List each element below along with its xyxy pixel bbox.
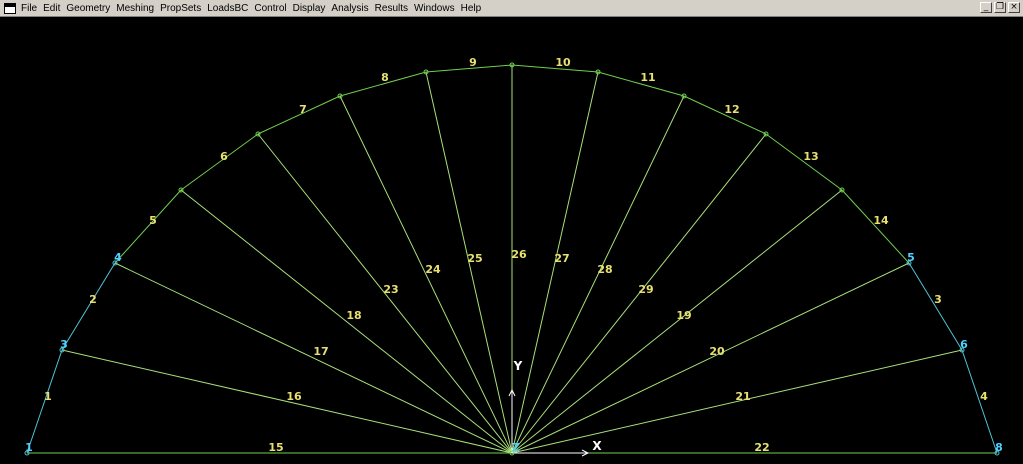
geometry-canvas[interactable]: YX 134 568Z12 3456789 101112131415161718 192… bbox=[0, 17, 1023, 464]
menu-propsets[interactable]: PropSets bbox=[157, 1, 204, 16]
menu-bar: File Edit Geometry Meshing PropSets Load… bbox=[0, 0, 1023, 17]
line-label-19: 19 bbox=[676, 309, 691, 322]
line-label-9: 9 bbox=[469, 56, 477, 69]
radial-line-2[interactable] bbox=[114, 262, 513, 454]
menu-meshing[interactable]: Meshing bbox=[113, 1, 157, 16]
line-label-6: 6 bbox=[220, 150, 228, 163]
line-label-4: 4 bbox=[980, 390, 988, 403]
line-label-29: 29 bbox=[638, 283, 653, 296]
keypoint-label-6: 6 bbox=[960, 338, 968, 351]
y-axis-label: Y bbox=[513, 359, 523, 373]
line-label-20: 20 bbox=[709, 345, 725, 358]
close-button[interactable]: × bbox=[1008, 2, 1020, 13]
menu-control[interactable]: Control bbox=[251, 1, 289, 16]
x-axis-label: X bbox=[592, 439, 602, 453]
line-label-16: 16 bbox=[286, 390, 302, 403]
model-viewport[interactable]: YX 1 3 4 5 6 8 Z 1 2 3 4 5 6 7 8 9 10 11 12 13 14 15 16 17 18 19 2… bbox=[0, 17, 1023, 464]
line-label-5: 5 bbox=[149, 214, 157, 227]
line-label-8: 8 bbox=[381, 71, 389, 84]
keypoint-label-8: 8 bbox=[995, 441, 1003, 454]
line-label-28: 28 bbox=[597, 263, 612, 276]
side-line-2[interactable] bbox=[61, 262, 116, 351]
line-label-17: 17 bbox=[313, 345, 328, 358]
menu-geometry[interactable]: Geometry bbox=[63, 1, 113, 16]
keypoint-label-Z: Z bbox=[512, 441, 520, 454]
line-label-3: 3 bbox=[934, 293, 942, 306]
line-label-11: 11 bbox=[640, 71, 655, 84]
application-icon[interactable] bbox=[4, 2, 16, 14]
radial-line-12[interactable] bbox=[511, 262, 910, 454]
minimize-button[interactable]: _ bbox=[980, 2, 992, 13]
menu-results[interactable]: Results bbox=[372, 1, 411, 16]
menu-edit[interactable]: Edit bbox=[40, 1, 63, 16]
line-label-22: 22 bbox=[754, 441, 769, 454]
line-label-1: 1 bbox=[44, 390, 52, 403]
menu-loadsbc[interactable]: LoadsBC bbox=[204, 1, 251, 16]
side-line-3[interactable] bbox=[908, 262, 963, 351]
line-label-13: 13 bbox=[803, 150, 818, 163]
line-label-7: 7 bbox=[299, 103, 307, 116]
line-label-15: 15 bbox=[268, 441, 283, 454]
line-label-24: 24 bbox=[425, 263, 441, 276]
keypoint-label-1: 1 bbox=[25, 441, 33, 454]
line-label-12: 12 bbox=[724, 103, 739, 116]
keypoint-label-5: 5 bbox=[907, 251, 915, 264]
keypoint-label-4: 4 bbox=[114, 251, 122, 264]
app-window: File Edit Geometry Meshing PropSets Load… bbox=[0, 0, 1023, 464]
line-label-2: 2 bbox=[89, 293, 97, 306]
menu-file[interactable]: File bbox=[20, 1, 40, 16]
line-label-26: 26 bbox=[511, 248, 527, 261]
window-controls: _ ❐ × bbox=[980, 2, 1020, 13]
coordinate-axes: YX bbox=[508, 359, 602, 457]
menu-analysis[interactable]: Analysis bbox=[328, 1, 371, 16]
line-label-10: 10 bbox=[555, 56, 571, 69]
line-label-21: 21 bbox=[735, 390, 750, 403]
restore-button[interactable]: ❐ bbox=[994, 2, 1006, 13]
arc-line-1[interactable] bbox=[114, 189, 182, 264]
line-label-27: 27 bbox=[554, 252, 569, 265]
menu-display[interactable]: Display bbox=[290, 1, 329, 16]
menu-help[interactable]: Help bbox=[458, 1, 485, 16]
line-label-14: 14 bbox=[873, 214, 889, 227]
keypoint-label-3: 3 bbox=[60, 338, 68, 351]
line-label-23: 23 bbox=[383, 283, 398, 296]
menu-windows[interactable]: Windows bbox=[411, 1, 458, 16]
line-label-25: 25 bbox=[467, 252, 482, 265]
line-label-18: 18 bbox=[346, 309, 361, 322]
